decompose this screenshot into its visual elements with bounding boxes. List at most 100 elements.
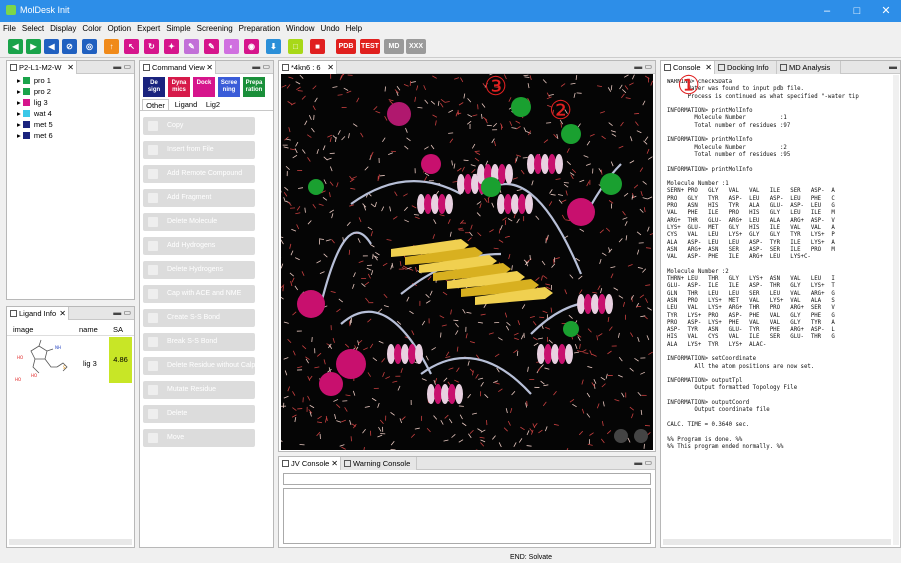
minmax-icon[interactable]: ▬ ▭	[113, 307, 131, 319]
toolbar-test-button[interactable]: TEST	[360, 39, 380, 54]
pen-icon[interactable]: ✎	[184, 39, 199, 54]
close-icon[interactable]: ✕	[327, 61, 334, 74]
menu-option[interactable]: Option	[104, 22, 134, 36]
menu-expert[interactable]: Expert	[134, 22, 163, 36]
close-icon[interactable]: ✕	[705, 61, 712, 74]
mode-button-3[interactable]: Scree ning	[218, 77, 240, 97]
subtab-lig2[interactable]: Lig2	[203, 99, 223, 110]
paint-icon[interactable]: ◐	[224, 39, 239, 54]
menu-help[interactable]: Help	[343, 22, 365, 36]
panel-icon	[282, 460, 289, 467]
tab-docking-info[interactable]: Docking Info	[715, 61, 777, 74]
tab-jv-console[interactable]: JV Console ✕	[279, 457, 341, 470]
toolbar-md-button[interactable]: MD	[384, 39, 404, 54]
target-icon[interactable]: ◎	[82, 39, 97, 54]
command-icon	[148, 121, 158, 131]
command-delete-molecule[interactable]: Delete Molecule	[143, 213, 255, 231]
microphone-icon[interactable]	[614, 429, 628, 443]
magic-icon[interactable]: ✦	[164, 39, 179, 54]
stop-icon[interactable]: ■	[310, 39, 325, 54]
jv-command-input[interactable]	[283, 473, 651, 485]
menu-undo[interactable]: Undo	[317, 22, 342, 36]
hand-icon[interactable]: ↑	[104, 39, 119, 54]
download-icon[interactable]: ⬇	[266, 39, 281, 54]
menu-simple[interactable]: Simple	[163, 22, 193, 36]
minmax-icon[interactable]: ▬ ▭	[113, 61, 131, 73]
rotate-icon[interactable]: ↻	[144, 39, 159, 54]
refresh-icon[interactable]	[634, 429, 648, 443]
menu-select[interactable]: Select	[19, 22, 47, 36]
menu-preparation[interactable]: Preparation	[236, 22, 283, 36]
menu-window[interactable]: Window	[283, 22, 317, 36]
horizontal-scrollbar[interactable]	[663, 539, 891, 545]
molecule-viewport[interactable]: ③ ②	[281, 74, 653, 450]
minmax-icon[interactable]: ▬ ▭	[634, 457, 652, 469]
command-add-remote-compound[interactable]: Add Remote Compound	[143, 165, 255, 183]
water-molecule	[384, 86, 386, 92]
command-delete-hydrogens[interactable]: Delete Hydrogens	[143, 261, 255, 279]
tab-md-analysis[interactable]: MD Analysis	[777, 61, 841, 74]
toolbar-pdb-button[interactable]: PDB	[336, 39, 356, 54]
command-add-hydrogens[interactable]: Add Hydrogens	[143, 237, 255, 255]
protein-helix	[445, 194, 453, 214]
minimize-button[interactable]: –	[812, 2, 842, 20]
menu-screening[interactable]: Screening	[194, 22, 236, 36]
horizontal-scrollbar[interactable]	[9, 539, 132, 545]
menu-color[interactable]: Color	[79, 22, 104, 36]
jv-output-area[interactable]	[283, 488, 651, 544]
command-create-s-s-bond[interactable]: Create S-S Bond	[143, 309, 255, 327]
command-break-s-s-bond[interactable]: Break S-S Bond	[143, 333, 255, 351]
tree-item-pro-1[interactable]: ▸ pro 1	[17, 75, 51, 86]
tab-viewer[interactable]: *4kn6 : 6 ✕	[279, 61, 337, 74]
command-copy[interactable]: Copy	[143, 117, 255, 135]
mode-button-4[interactable]: Prepa ration	[243, 77, 265, 97]
close-icon[interactable]: ✕	[331, 457, 338, 470]
command-cap-with-ace-and-nme[interactable]: Cap with ACE and NME	[143, 285, 255, 303]
menu-file[interactable]: File	[0, 22, 19, 36]
close-icon[interactable]: ✕	[67, 61, 74, 74]
arrow-right-icon[interactable]: ▶	[26, 39, 41, 54]
menu-display[interactable]: Display	[47, 22, 79, 36]
command-mutate-residue[interactable]: Mutate Residue	[143, 381, 255, 399]
tab-command-view[interactable]: Command View ✕	[140, 61, 216, 74]
tree-item-wat-4[interactable]: ▸ wat 4	[17, 108, 52, 119]
minmax-icon[interactable]: ▬ ▭	[634, 61, 652, 73]
toolbar-xxx-button[interactable]: XXX	[406, 39, 426, 54]
tab-project[interactable]: P2-L1-M2-W ✕	[7, 61, 77, 74]
command-delete[interactable]: Delete	[143, 405, 255, 423]
close-button[interactable]: ✕	[871, 2, 901, 20]
subtab-ligand[interactable]: Ligand	[171, 99, 201, 110]
tab-warning-console[interactable]: Warning Console	[341, 457, 417, 470]
tree-item-pro-2[interactable]: ▸ pro 2	[17, 86, 51, 97]
arrow-left-icon[interactable]: ◀	[8, 39, 23, 54]
command-add-fragment[interactable]: Add Fragment	[143, 189, 255, 207]
protein-helix	[565, 344, 573, 364]
tab-ligand-info[interactable]: Ligand Info ✕	[7, 307, 69, 320]
pointer-icon[interactable]: ↖	[124, 39, 139, 54]
command-insert-from-file[interactable]: Insert from File	[143, 141, 255, 159]
tree-item-met-6[interactable]: ▸ met 6	[17, 130, 53, 141]
brush-icon[interactable]: ✎	[204, 39, 219, 54]
eye-icon[interactable]: ◉	[244, 39, 259, 54]
monitor-icon[interactable]: □	[288, 39, 303, 54]
minmax-icon[interactable]: ▬ ▭	[252, 61, 270, 73]
mode-button-1[interactable]: Dyna mics	[168, 77, 190, 97]
close-icon[interactable]: ✕	[59, 307, 66, 320]
vertical-scrollbar[interactable]	[893, 75, 899, 545]
command-delete-residue-without-calpha[interactable]: Delete Residue without Calpha	[143, 357, 255, 375]
console-line: %% This program ended normally. %%	[667, 443, 784, 450]
tree-item-met-5[interactable]: ▸ met 5	[17, 119, 53, 130]
protein-helix	[431, 194, 439, 214]
no-icon[interactable]: ⊘	[62, 39, 77, 54]
tree-item-lig-3[interactable]: ▸ lig 3	[17, 97, 48, 108]
ligand-sa-value: 4.86	[109, 337, 132, 383]
ion-sphere	[600, 173, 622, 195]
maximize-button[interactable]: □	[842, 2, 872, 20]
close-icon[interactable]: ✕	[206, 61, 213, 74]
minmax-icon[interactable]: ▬	[889, 61, 897, 73]
mode-button-2[interactable]: Dock	[193, 77, 215, 97]
arrow-back-icon[interactable]: ◀	[44, 39, 59, 54]
command-move[interactable]: Move	[143, 429, 255, 447]
subtab-other[interactable]: Other	[142, 99, 169, 110]
mode-button-0[interactable]: De sign	[143, 77, 165, 97]
